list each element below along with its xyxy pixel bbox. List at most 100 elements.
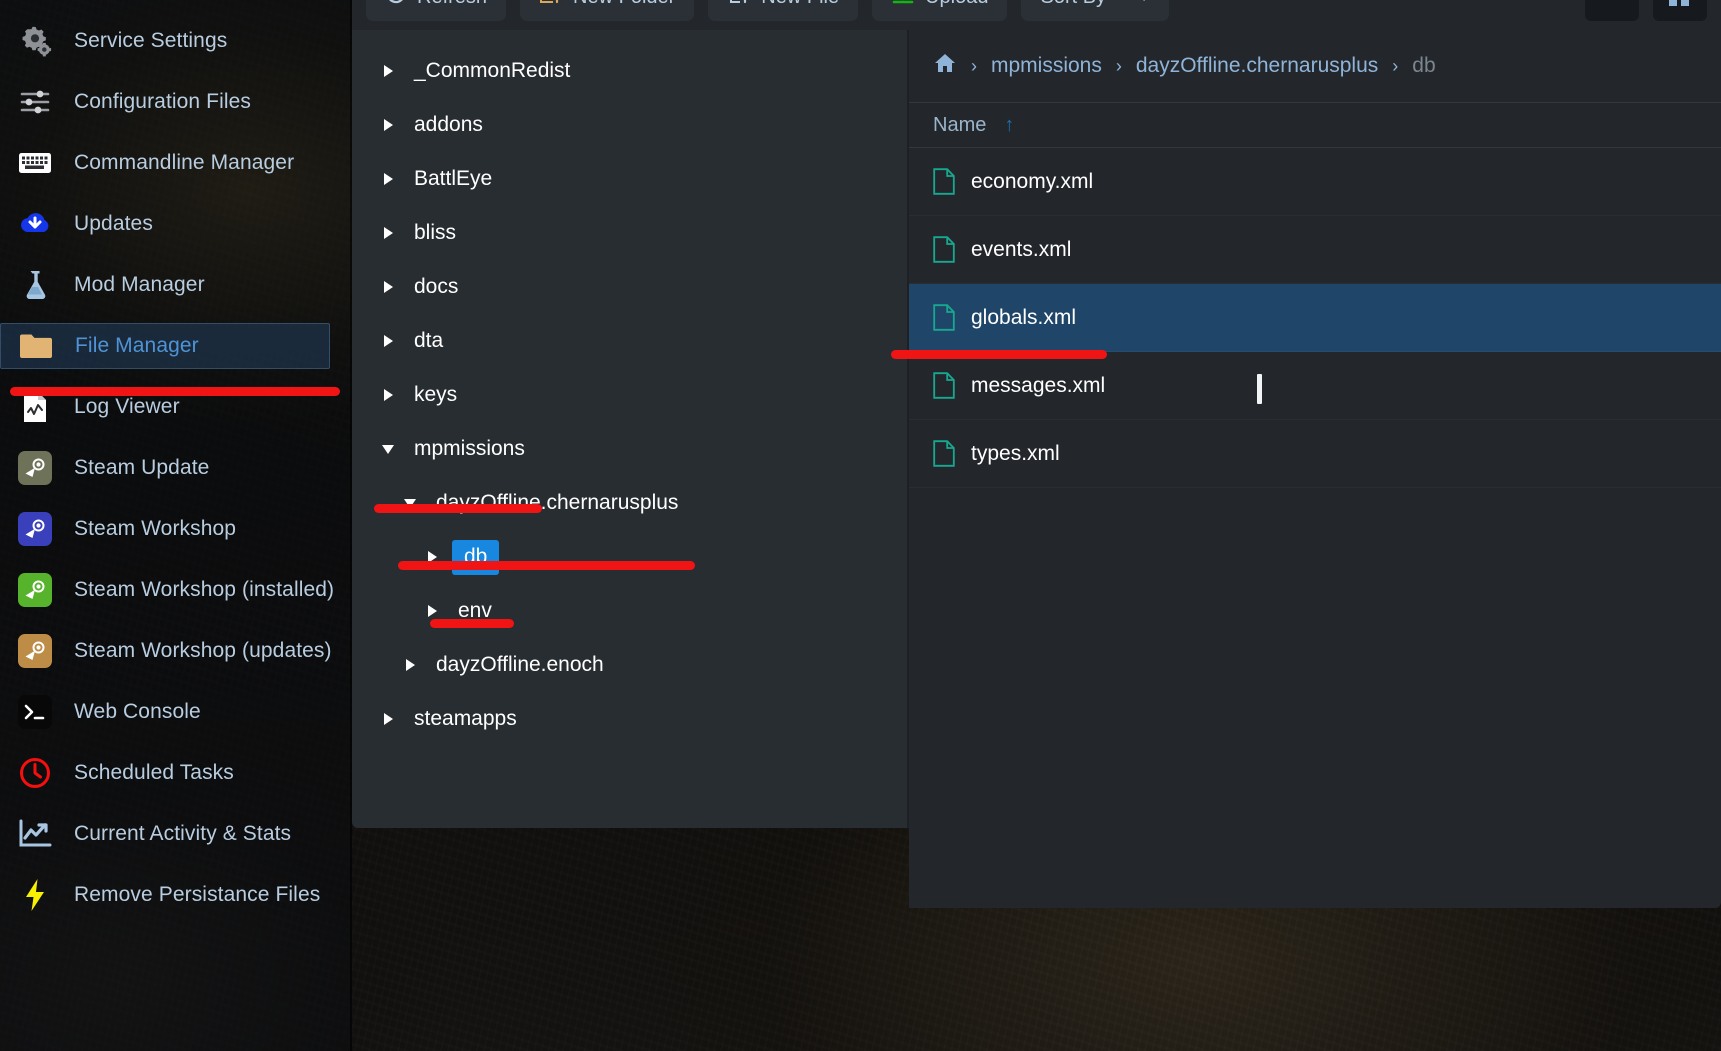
clock-icon bbox=[16, 754, 54, 792]
new-folder-icon bbox=[539, 0, 563, 11]
tree-item-dta[interactable]: dta bbox=[352, 314, 909, 368]
upload-label: Upload bbox=[925, 0, 988, 9]
arrow-up-icon[interactable]: ↑ bbox=[1004, 115, 1014, 135]
new-folder-label: New Folder bbox=[573, 0, 675, 9]
sidebar-item-log-viewer[interactable]: Log Viewer bbox=[0, 384, 352, 430]
chevron-right-icon[interactable] bbox=[374, 65, 402, 77]
breadcrumb: › mpmissions › dayzOffline.chernarusplus… bbox=[909, 30, 1721, 102]
chevron-right-icon[interactable] bbox=[374, 389, 402, 401]
file-manager-toolbar: Refresh New Folder New File bbox=[352, 0, 1721, 30]
sidebar-item-scheduled-tasks[interactable]: Scheduled Tasks bbox=[0, 750, 352, 796]
breadcrumb-separator: › bbox=[971, 55, 977, 76]
grid-view-button[interactable] bbox=[1653, 0, 1707, 21]
directory-tree[interactable]: _CommonRedist addons BattlEye bliss docs bbox=[352, 30, 909, 828]
chevron-right-icon[interactable] bbox=[418, 605, 446, 617]
file-name: globals.xml bbox=[971, 305, 1077, 329]
breadcrumb-item-db[interactable]: db bbox=[1412, 54, 1435, 78]
sidebar-item-configuration-files[interactable]: Configuration Files bbox=[0, 79, 352, 125]
sidebar-item-current-activity-stats[interactable]: Current Activity & Stats bbox=[0, 811, 352, 857]
sidebar-item-label: Log Viewer bbox=[74, 395, 180, 418]
tree-item-dayzoffline-enoch[interactable]: dayzOffline.enoch bbox=[352, 638, 909, 692]
refresh-button[interactable]: Refresh bbox=[366, 0, 507, 21]
tree-item-label: keys bbox=[414, 383, 458, 406]
chevron-down-icon[interactable] bbox=[396, 498, 424, 508]
sidebar-item-label: Remove Persistance Files bbox=[74, 883, 321, 906]
file-chart-icon bbox=[16, 388, 54, 426]
tree-item-label: _CommonRedist bbox=[414, 59, 571, 82]
sidebar-item-steam-update[interactable]: Steam Update bbox=[0, 445, 352, 491]
tree-item-env[interactable]: env bbox=[352, 584, 909, 638]
new-file-label: New File bbox=[761, 0, 839, 9]
xml-file-icon bbox=[933, 440, 955, 467]
chevron-right-icon[interactable] bbox=[374, 227, 402, 239]
sidebar-item-label: Steam Workshop bbox=[74, 517, 237, 540]
column-header-name[interactable]: Name bbox=[933, 114, 986, 137]
new-file-button[interactable]: New File bbox=[708, 0, 859, 21]
sidebar-item-label: Web Console bbox=[74, 700, 201, 723]
steam-icon bbox=[16, 571, 54, 609]
file-row-globals-xml[interactable]: globals.xml bbox=[909, 284, 1721, 352]
sidebar-item-updates[interactable]: Updates bbox=[0, 201, 352, 247]
new-folder-button[interactable]: New Folder bbox=[520, 0, 695, 21]
sidebar-item-commandline-manager[interactable]: Commandline Manager bbox=[0, 140, 352, 186]
sidebar-item-file-manager[interactable]: File Manager bbox=[0, 323, 330, 369]
chevron-right-icon[interactable] bbox=[374, 173, 402, 185]
gears-icon bbox=[16, 22, 54, 60]
pane-splitter-handle[interactable] bbox=[1257, 374, 1262, 404]
tree-item-docs[interactable]: docs bbox=[352, 260, 909, 314]
file-row-economy-xml[interactable]: economy.xml bbox=[909, 148, 1721, 216]
flask-icon bbox=[16, 266, 54, 304]
list-view-button[interactable] bbox=[1585, 0, 1639, 21]
tree-item-keys[interactable]: keys bbox=[352, 368, 909, 422]
tree-item-label: dayzOffline.enoch bbox=[436, 653, 604, 676]
upload-icon bbox=[891, 0, 915, 11]
sidebar-item-label: Updates bbox=[74, 212, 153, 235]
file-name: types.xml bbox=[971, 441, 1060, 465]
sidebar-item-web-console[interactable]: Web Console bbox=[0, 689, 352, 735]
upload-button[interactable]: Upload bbox=[872, 0, 1008, 21]
file-row-types-xml[interactable]: types.xml bbox=[909, 420, 1721, 488]
sidebar-item-label: Steam Workshop (installed) bbox=[74, 578, 335, 601]
chevron-right-icon[interactable] bbox=[418, 551, 446, 563]
folder-icon bbox=[17, 327, 55, 365]
sidebar-item-label: Steam Workshop (updates) bbox=[74, 639, 332, 662]
xml-file-icon bbox=[933, 304, 955, 331]
keyboard-icon bbox=[16, 144, 54, 182]
chevron-right-icon[interactable] bbox=[374, 119, 402, 131]
chevron-right-icon[interactable] bbox=[374, 335, 402, 347]
breadcrumb-item-mpmissions[interactable]: mpmissions bbox=[991, 54, 1102, 78]
steam-icon bbox=[16, 632, 54, 670]
chevron-right-icon[interactable] bbox=[396, 659, 424, 671]
refresh-label: Refresh bbox=[417, 0, 487, 9]
tree-item-mpmissions[interactable]: mpmissions bbox=[352, 422, 909, 476]
tree-item-steamapps[interactable]: steamapps bbox=[352, 692, 909, 746]
chevron-right-icon[interactable] bbox=[374, 713, 402, 725]
sidebar-item-remove-persistance-files[interactable]: Remove Persistance Files bbox=[0, 872, 352, 918]
sidebar-item-steam-workshop[interactable]: Steam Workshop bbox=[0, 506, 352, 552]
sidebar-item-mod-manager[interactable]: Mod Manager bbox=[0, 262, 352, 308]
home-icon[interactable] bbox=[933, 52, 957, 80]
tree-item-label: BattlEye bbox=[414, 167, 493, 190]
tree-item-addons[interactable]: addons bbox=[352, 98, 909, 152]
tree-item-label: bliss bbox=[414, 221, 457, 244]
sidebar-item-steam-workshop-installed[interactable]: Steam Workshop (installed) bbox=[0, 567, 352, 613]
tree-item-label: docs bbox=[414, 275, 459, 298]
tree-item-commonredist[interactable]: _CommonRedist bbox=[352, 44, 909, 98]
sort-by-dropdown[interactable]: Sort By ▼ bbox=[1021, 0, 1169, 21]
sort-by-label: Sort By bbox=[1040, 0, 1106, 9]
tree-item-db[interactable]: db bbox=[352, 530, 909, 584]
chart-line-icon bbox=[16, 815, 54, 853]
sidebar-item-steam-workshop-updates[interactable]: Steam Workshop (updates) bbox=[0, 628, 352, 674]
sidebar-item-service-settings[interactable]: Service Settings bbox=[0, 18, 352, 64]
breadcrumb-item-chernarusplus[interactable]: dayzOffline.chernarusplus bbox=[1136, 54, 1378, 78]
steam-icon bbox=[16, 449, 54, 487]
lightning-icon bbox=[16, 876, 54, 914]
file-name: economy.xml bbox=[971, 169, 1094, 193]
tree-item-battleye[interactable]: BattlEye bbox=[352, 152, 909, 206]
tree-item-bliss[interactable]: bliss bbox=[352, 206, 909, 260]
tree-item-dayzoffline-chernarusplus[interactable]: dayzOffline.chernarusplus bbox=[352, 476, 909, 530]
chevron-down-icon[interactable] bbox=[374, 444, 402, 454]
file-row-messages-xml[interactable]: messages.xml bbox=[909, 352, 1721, 420]
chevron-right-icon[interactable] bbox=[374, 281, 402, 293]
file-row-events-xml[interactable]: events.xml bbox=[909, 216, 1721, 284]
